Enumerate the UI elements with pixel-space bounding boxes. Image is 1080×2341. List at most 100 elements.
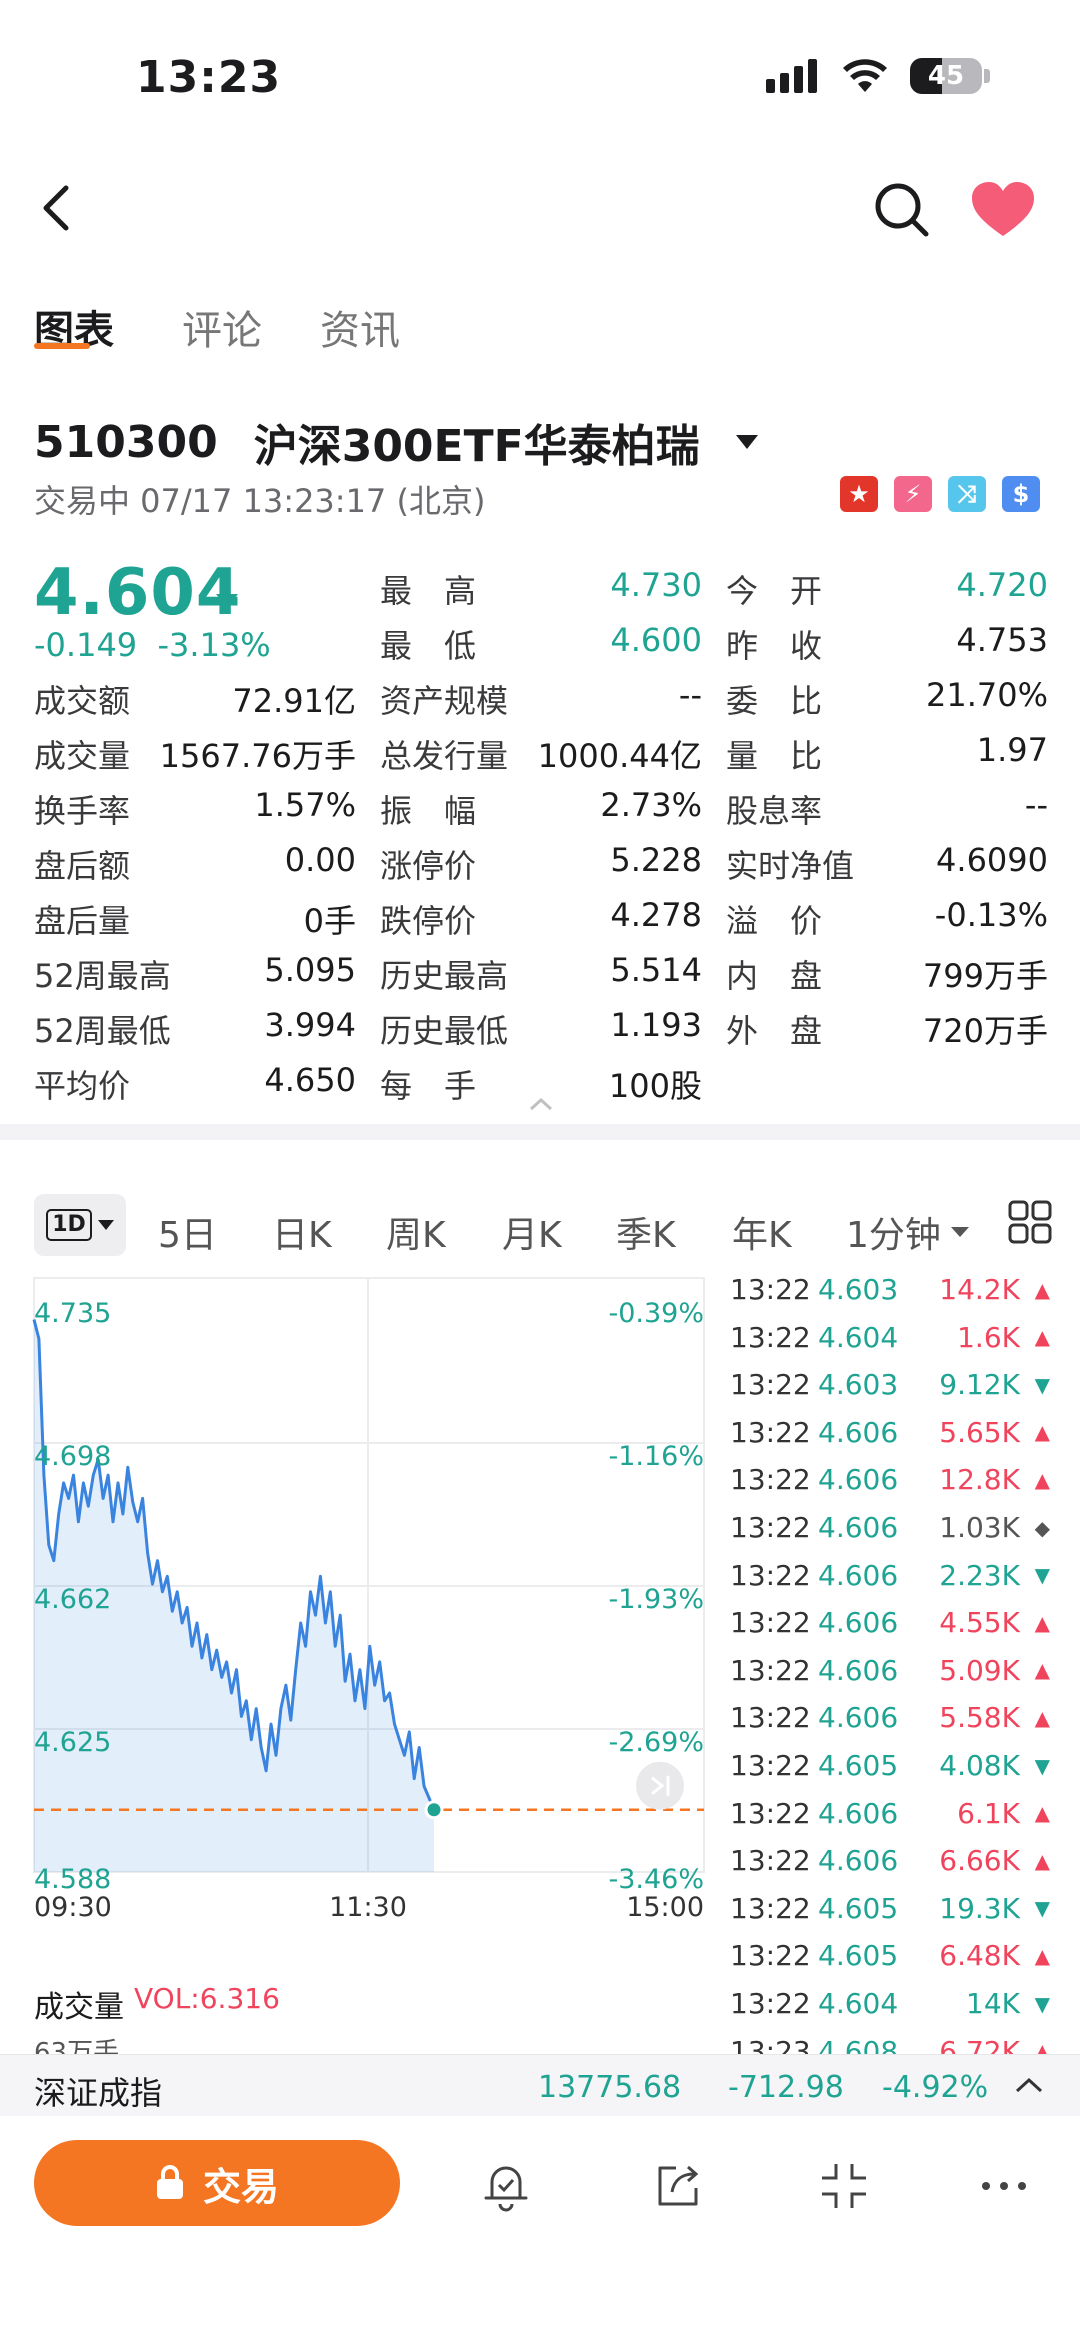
tick-price: 4.605	[818, 1891, 899, 1925]
quote-value: --	[678, 676, 702, 714]
tick-volume: 5.65K	[939, 1415, 1020, 1449]
tick-price: 4.605	[818, 1939, 899, 1973]
quote-label: 实时净值	[726, 847, 855, 885]
favorite-heart-icon[interactable]	[970, 180, 1036, 240]
quote-label: 历史最高	[380, 957, 509, 995]
last-price: 4.604	[34, 556, 242, 630]
triangle-down-icon: ▼	[1034, 1563, 1050, 1588]
tick-row: 13:22 4.603 14.2K ▲	[730, 1266, 1050, 1313]
triangle-up-icon: ▲	[1034, 1658, 1050, 1683]
quote-label: 最 低	[380, 627, 477, 665]
price-alert-icon[interactable]	[478, 2158, 534, 2214]
caret-down-icon	[950, 1227, 969, 1237]
index-name: 深证成指	[34, 2074, 163, 2112]
tick-row: 13:22 4.606 6.1K ▲	[730, 1790, 1050, 1837]
quote-label: 平均价	[34, 1067, 131, 1105]
period-1d-label: 1D	[46, 1209, 92, 1241]
period-minute-label: 1分钟	[846, 1215, 941, 1256]
quote-label: 最 高	[380, 572, 477, 610]
layout-grid-icon[interactable]	[1008, 1200, 1052, 1244]
signal-icon	[766, 59, 817, 93]
tick-volume: 6.66K	[939, 1844, 1020, 1878]
quote-label: 历史最低	[380, 1012, 509, 1050]
quote-value: 0手	[303, 902, 356, 940]
trading-status: 交易中 07/17 13:23:17 (北京)	[34, 482, 486, 520]
tick-volume: 14.2K	[939, 1273, 1020, 1306]
quote-value: 1.97	[976, 731, 1048, 769]
expand-caret-icon[interactable]	[528, 1096, 554, 1112]
tick-volume: 1.6K	[957, 1320, 1020, 1354]
tick-volume: 6.48K	[939, 1939, 1020, 1973]
tick-price: 4.603	[818, 1368, 899, 1402]
down-arrow-icon	[216, 576, 238, 608]
tick-price: 4.606	[818, 1653, 899, 1687]
price-change: -0.149 -3.13%	[34, 626, 271, 664]
tick-price: 4.606	[818, 1511, 899, 1544]
tab-comments[interactable]: 评论	[182, 298, 262, 356]
period-quarterly-k[interactable]: 季K	[616, 1206, 676, 1258]
tick-time: 13:22	[730, 1939, 811, 1973]
quote-label: 换手率	[34, 792, 131, 830]
status-icons: 45	[766, 58, 990, 94]
tick-row: 13:22 4.604 14K ▼	[730, 1980, 1050, 2027]
y-axis-tick-label: 4.735	[34, 1298, 111, 1329]
more-icon[interactable]	[976, 2158, 1032, 2214]
x-axis-tick-label: 09:30	[34, 1892, 112, 1923]
quote-label: 成交量	[34, 737, 131, 775]
active-tab-indicator	[34, 343, 90, 349]
tick-row: 13:22 4.606 5.09K ▲	[730, 1647, 1050, 1694]
tick-volume: 12.8K	[939, 1463, 1020, 1497]
quote-value: 100股	[608, 1067, 702, 1105]
quote-value: 4.753	[956, 621, 1048, 659]
triangle-up-icon: ▲	[1034, 1420, 1050, 1445]
quote-label: 52周最低	[34, 1012, 171, 1050]
tick-row: 13:22 4.606 2.23K ▼	[730, 1552, 1050, 1599]
period-5d[interactable]: 5日	[158, 1206, 217, 1258]
triangle-down-icon: ▼	[1034, 1753, 1050, 1778]
y-axis-pct-label: -3.46%	[608, 1864, 704, 1895]
tick-row: 13:22 4.606 6.66K ▲	[730, 1837, 1050, 1884]
share-icon[interactable]	[650, 2158, 706, 2214]
stock-title[interactable]: 510300 沪深300ETF华泰柏瑞	[34, 410, 758, 474]
tick-time: 13:22	[730, 1701, 811, 1735]
intraday-chart[interactable]: 4.735 4.698 4.662 4.625 4.588 -0.39% -1.16% -1.…	[0, 1270, 720, 1930]
tick-row: 13:22 4.605 19.3K ▼	[730, 1885, 1050, 1932]
trade-button[interactable]: 交易	[34, 2140, 400, 2226]
quote-label: 成交额	[34, 682, 131, 720]
tab-news[interactable]: 资讯	[320, 298, 400, 356]
quote-value: 3.994	[264, 1006, 356, 1044]
period-minute-dropdown[interactable]: 1分钟	[846, 1206, 969, 1258]
battery-icon: 45	[910, 58, 982, 94]
diamond-icon: ◆	[1034, 1515, 1050, 1540]
back-icon[interactable]	[30, 178, 90, 238]
triangle-up-icon: ▲	[1034, 1610, 1050, 1635]
y-axis-tick-label: 4.698	[34, 1441, 111, 1472]
index-value: 13775.68	[538, 2070, 682, 2105]
chevron-up-icon[interactable]	[1014, 2076, 1044, 2094]
period-daily-k[interactable]: 日K	[272, 1206, 332, 1258]
quote-label: 委 比	[726, 682, 823, 720]
y-axis-pct-label: -1.16%	[608, 1441, 704, 1472]
tick-price: 4.604	[818, 1987, 899, 2020]
tick-price: 4.606	[818, 1463, 899, 1497]
quote-value: 5.228	[610, 841, 702, 879]
fullscreen-collapse-icon[interactable]	[816, 2158, 872, 2214]
period-1d-button[interactable]: 1D	[34, 1194, 126, 1256]
triangle-up-icon: ▲	[1034, 1325, 1050, 1350]
period-monthly-k[interactable]: 月K	[502, 1206, 562, 1258]
quote-label: 昨 收	[726, 627, 823, 665]
period-weekly-k[interactable]: 周K	[386, 1206, 446, 1258]
tick-row: 13:22 4.605 6.48K ▲	[730, 1932, 1050, 1979]
caret-down-icon[interactable]	[735, 435, 758, 449]
volume-value: VOL:6.316	[134, 1982, 280, 2015]
index-change-pct: -4.92%	[882, 2070, 989, 2105]
quote-value: 4.278	[610, 896, 702, 934]
search-icon[interactable]	[872, 180, 932, 240]
volume-label: 成交量	[34, 1990, 124, 2025]
triangle-down-icon: ▼	[1034, 1991, 1050, 2016]
tick-time: 13:22	[730, 1511, 811, 1544]
tick-price: 4.606	[818, 1844, 899, 1878]
x-axis-tick-label: 11:30	[329, 1892, 407, 1923]
tick-price: 4.603	[818, 1273, 899, 1306]
period-yearly-k[interactable]: 年K	[732, 1206, 792, 1258]
